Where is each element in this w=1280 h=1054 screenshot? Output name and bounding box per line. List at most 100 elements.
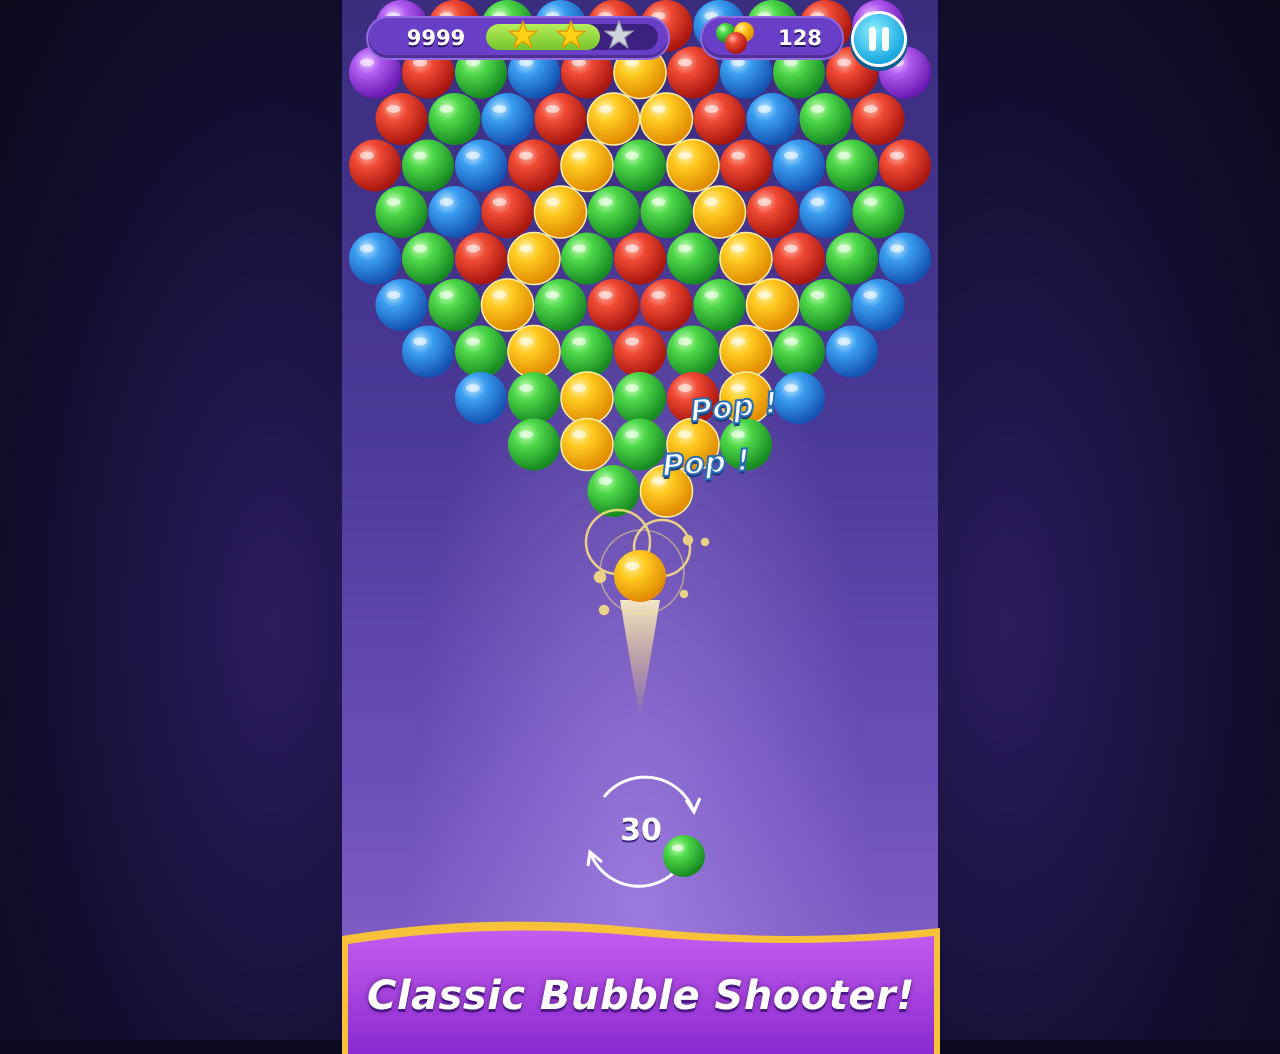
- bubble-highlight: [837, 151, 851, 160]
- bubble-red: [508, 139, 560, 192]
- bubble-highlight: [466, 384, 480, 392]
- shooter-bubble[interactable]: [614, 550, 666, 602]
- bubble-highlight: [678, 337, 692, 346]
- bubble-highlight: [704, 291, 719, 299]
- banner-title: Classic Bubble Shooter!: [367, 973, 915, 1019]
- bubble-green: [826, 139, 878, 192]
- bubble-yellow: [719, 324, 773, 379]
- bubble-highlight: [784, 384, 798, 392]
- bubble-highlight: [466, 151, 480, 160]
- moves-left-counter: 30: [620, 813, 662, 848]
- star-icon: [556, 20, 586, 50]
- bubble-red: [534, 93, 587, 145]
- bubble-highlight: [466, 58, 480, 67]
- bubble-highlight: [784, 151, 798, 160]
- bubble-highlight: [784, 337, 798, 346]
- bubble-highlight: [625, 337, 639, 346]
- bubble-red: [693, 93, 746, 145]
- bubble-red: [879, 139, 931, 192]
- bubble-highlight: [651, 198, 666, 206]
- bubble-highlight: [678, 384, 692, 392]
- bubble-highlight: [466, 244, 480, 253]
- bubble-highlight: [863, 105, 878, 113]
- bubble-highlight: [519, 244, 533, 253]
- bubble-green: [614, 372, 666, 424]
- right-backdrop: [938, 0, 1280, 1040]
- bubble-highlight: [678, 244, 692, 253]
- bubble-grid[interactable]: [342, 0, 938, 1040]
- bubble-green: [614, 418, 666, 471]
- bubble-blue: [799, 186, 852, 238]
- bubble-highlight: [519, 337, 533, 346]
- bubble-highlight: [704, 105, 719, 113]
- bubble-red: [640, 279, 693, 331]
- star-icon: [604, 20, 634, 50]
- bubble-highlight: [492, 105, 507, 113]
- bubble-highlight: [598, 198, 613, 206]
- bubble-highlight: [413, 337, 427, 346]
- bubble-yellow: [639, 92, 694, 146]
- bubble-green: [799, 93, 852, 145]
- bubble-green: [640, 186, 693, 238]
- bubble-highlight: [519, 151, 533, 160]
- bubble-yellow: [560, 371, 614, 425]
- bubble-highlight: [439, 105, 454, 113]
- bubble-blue: [428, 186, 481, 238]
- bubble-blue: [481, 93, 534, 145]
- bubble-yellow: [692, 185, 747, 239]
- bubble-highlight: [784, 58, 798, 67]
- bubble-highlight: [492, 291, 507, 299]
- bubble-highlight: [625, 384, 639, 392]
- bubble-red: [773, 232, 825, 285]
- bubble-highlight: [545, 291, 560, 299]
- bubble-highlight: [413, 244, 427, 253]
- bubble-green: [561, 232, 613, 285]
- bubble-highlight: [386, 105, 401, 113]
- bubble-highlight: [572, 337, 586, 346]
- bubble-highlight: [572, 244, 586, 253]
- bubble-blue: [746, 93, 799, 145]
- bubble-highlight: [731, 244, 745, 253]
- bubble-yellow: [586, 92, 641, 146]
- bubble-highlight: [837, 337, 851, 346]
- bubble-highlight: [466, 337, 480, 346]
- bubble-blue: [349, 232, 401, 285]
- bubble-blue: [402, 325, 454, 378]
- pause-button[interactable]: [854, 14, 904, 64]
- bubble-blue: [375, 279, 428, 331]
- bubble-green: [561, 325, 613, 378]
- bubble-green: [428, 279, 481, 331]
- bubble-highlight: [757, 291, 772, 299]
- bubble-green: [402, 232, 454, 285]
- bubble-highlight: [784, 244, 798, 253]
- bubble-highlight: [572, 58, 586, 67]
- bubble-yellow: [507, 324, 561, 379]
- bubble-blue: [455, 372, 507, 424]
- bubble-highlight: [439, 198, 454, 206]
- bubble-highlight: [386, 198, 401, 206]
- bubble-red: [375, 93, 428, 145]
- bubble-red: [587, 279, 640, 331]
- bubble-highlight: [413, 58, 427, 67]
- bubble-green: [455, 325, 507, 378]
- bubble-highlight: [625, 430, 639, 439]
- bubble-highlight: [360, 58, 374, 67]
- bubble-blue: [852, 279, 905, 331]
- bubble-blue: [826, 325, 878, 378]
- bubble-green: [614, 139, 666, 192]
- bubble-yellow: [560, 138, 614, 193]
- bubble-highlight: [837, 244, 851, 253]
- bubble-highlight: [625, 58, 639, 67]
- bubble-red: [349, 139, 401, 192]
- game-field[interactable]: [342, 0, 938, 1040]
- bubble-yellow: [560, 417, 614, 472]
- bubble-highlight: [810, 198, 825, 206]
- star-icon: [508, 20, 538, 50]
- bubble-highlight: [360, 151, 374, 160]
- bubble-highlight: [545, 105, 560, 113]
- bubble-highlight: [519, 384, 533, 392]
- bubble-currency-value: 128: [778, 26, 822, 50]
- bubble-red: [720, 139, 772, 192]
- bubble-highlight: [731, 430, 745, 439]
- bubble-green: [799, 279, 852, 331]
